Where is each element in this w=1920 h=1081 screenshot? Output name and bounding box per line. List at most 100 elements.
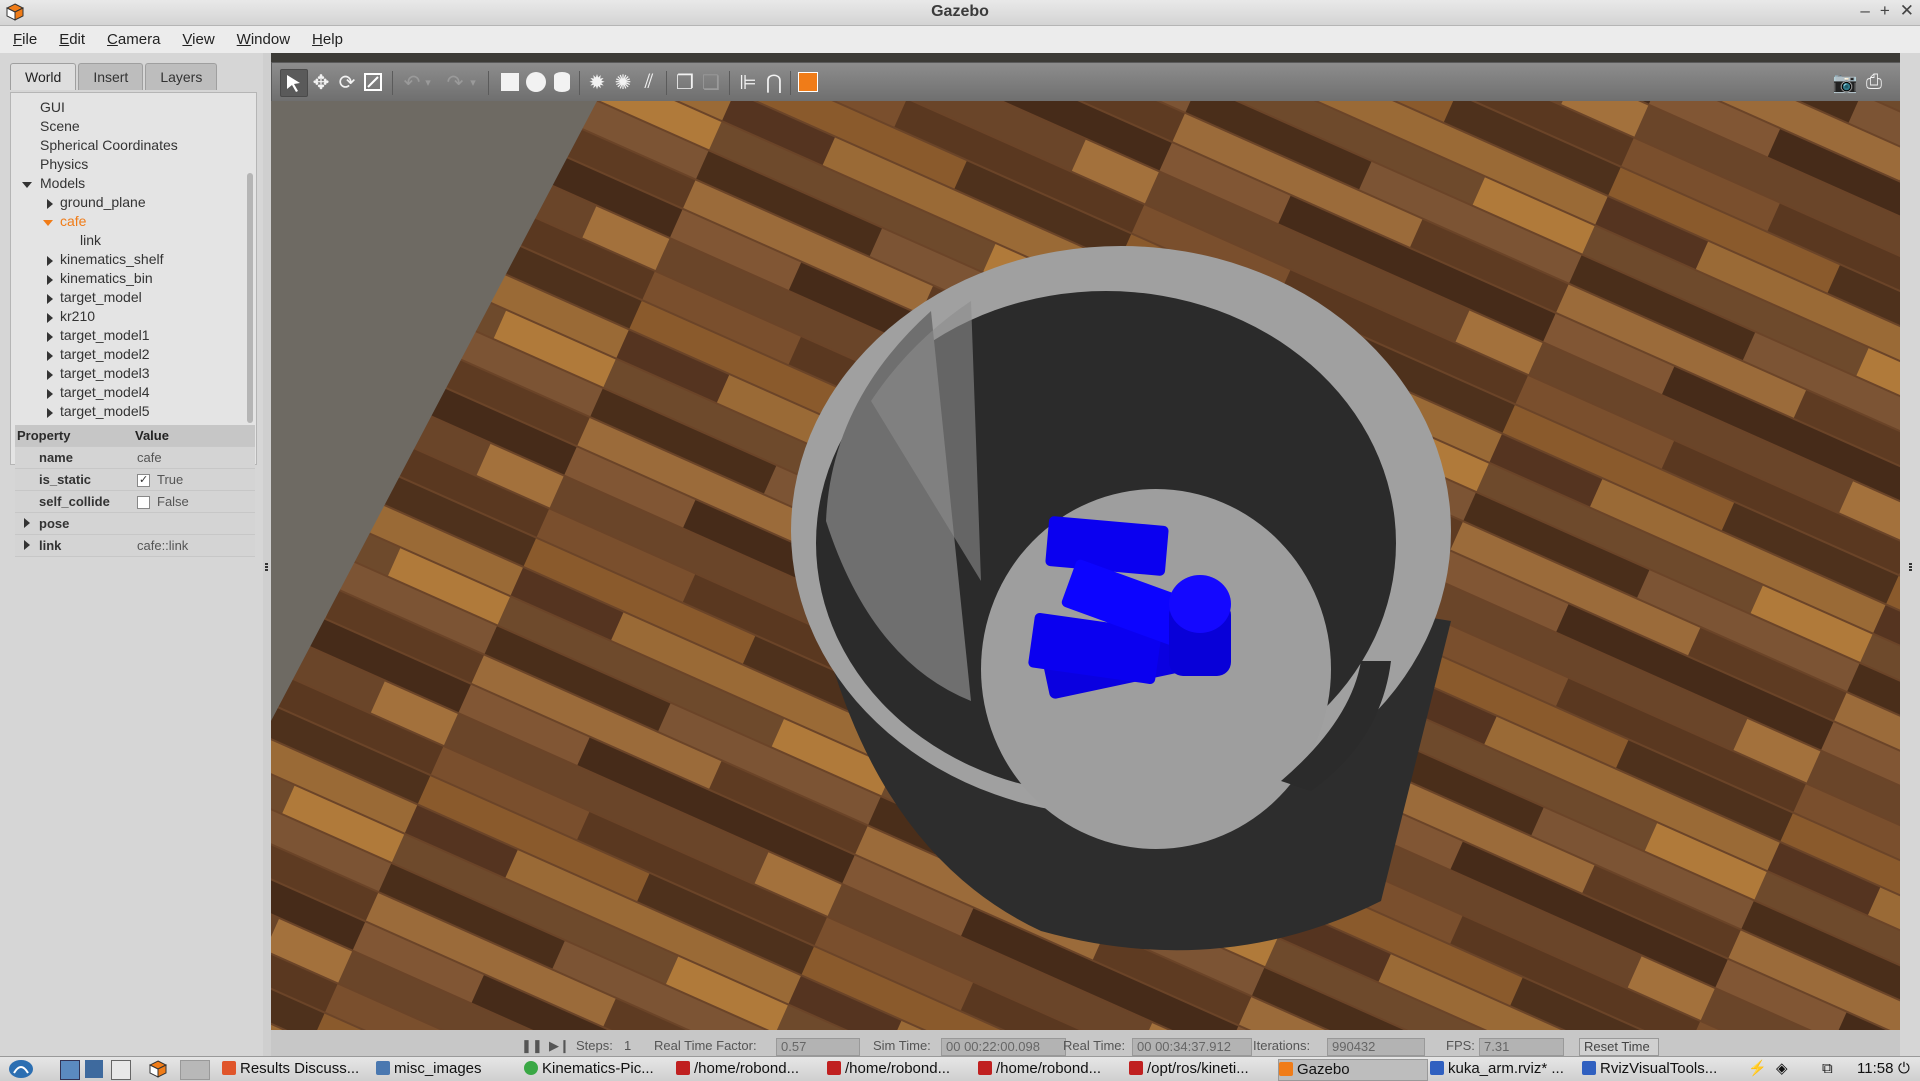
copy-icon[interactable]: ❐ [672,69,698,95]
pause-icon[interactable]: ❚❚ [521,1038,543,1054]
splitter-handle-icon[interactable] [1909,563,1912,572]
tree-item-kr210[interactable]: kr210 [60,307,95,326]
tree-item-target-model2[interactable]: target_model2 [60,345,150,364]
spot-light-icon[interactable]: ✺ [610,69,636,95]
box-shape-icon[interactable] [497,69,523,95]
network-icon[interactable]: ◈ [1776,1059,1788,1079]
tree-scrollbar[interactable] [247,173,253,423]
property-row-link[interactable]: link cafe::link [15,535,255,557]
start-menu-icon[interactable] [8,1059,34,1079]
property-row-name[interactable]: name cafe [15,447,255,469]
taskbar-item-terminal-3[interactable]: /home/robond... [978,1059,1118,1079]
sphere-shape-icon[interactable] [523,69,549,95]
collapsed-arrow-icon[interactable] [47,256,53,266]
screenshot-camera-icon[interactable]: 📷 [1832,69,1858,95]
directional-light-icon[interactable]: ⫽ [636,69,662,95]
tree-item-cafe[interactable]: cafe [60,212,86,231]
tree-item-models[interactable]: Models [40,174,85,193]
tree-item-kinematics-shelf[interactable]: kinematics_shelf [60,250,164,269]
property-value[interactable]: cafe [137,447,162,468]
expand-arrow-icon[interactable] [22,182,32,188]
record-log-icon[interactable]: ⎙ [1861,69,1887,95]
panel-splitter[interactable] [263,53,271,1056]
self-collide-checkbox[interactable] [137,496,150,509]
collapsed-arrow-icon[interactable] [47,351,53,361]
taskbar-item-terminal-4[interactable]: /opt/ros/kineti... [1129,1059,1271,1079]
taskbar-item-terminal-2[interactable]: /home/robond... [827,1059,967,1079]
gazebo-launcher-icon[interactable] [149,1060,167,1078]
maximize-button[interactable]: + [1880,1,1890,21]
menu-camera[interactable]: Camera [94,31,169,48]
scene-render[interactable] [271,101,1900,1030]
collapsed-arrow-icon[interactable] [47,370,53,380]
collapsed-arrow-icon[interactable] [47,313,53,323]
3d-viewport[interactable] [271,101,1900,1030]
taskbar-item-rviz-visual-tools[interactable]: RvizVisualTools... [1582,1059,1728,1079]
tree-item-target-model5[interactable]: target_model5 [60,402,150,421]
steps-value[interactable]: 1 [624,1038,631,1053]
taskbar-item-rviz[interactable]: kuka_arm.rviz* ... [1430,1059,1576,1079]
is-static-checkbox[interactable] [137,470,150,491]
file-manager-icon[interactable] [85,1060,103,1078]
property-row-pose[interactable]: pose [15,513,255,535]
undo-dropdown-icon[interactable]: ▾ [422,69,434,95]
close-button[interactable]: ✕ [1900,1,1914,21]
tree-item-link[interactable]: link [80,231,101,250]
taskbar-item-misc-images[interactable]: misc_images [376,1059,516,1079]
expand-arrow-icon[interactable] [24,540,30,550]
collapsed-arrow-icon[interactable] [47,332,53,342]
collapsed-arrow-icon[interactable] [47,408,53,418]
property-row-self-collide[interactable]: self_collide False [15,491,255,513]
collapsed-arrow-icon[interactable] [47,389,53,399]
tree-item-spherical-coordinates[interactable]: Spherical Coordinates [40,136,178,155]
tree-item-ground-plane[interactable]: ground_plane [60,193,146,212]
terminal-icon[interactable] [111,1060,131,1080]
tree-item-target-model[interactable]: target_model [60,288,142,307]
translate-mode-icon[interactable]: ✥ [308,69,334,95]
show-desktop-icon[interactable] [60,1060,80,1080]
select-mode-icon[interactable] [280,69,308,97]
tree-item-physics[interactable]: Physics [40,155,88,174]
collapsed-arrow-icon[interactable] [47,275,53,285]
tree-item-target-model3[interactable]: target_model3 [60,364,150,383]
menu-view[interactable]: View [169,31,223,48]
reset-time-button[interactable]: Reset Time [1579,1038,1659,1056]
expand-arrow-icon[interactable] [24,518,30,528]
taskbar-item-terminal-1[interactable]: /home/robond... [676,1059,816,1079]
redo-icon[interactable]: ↷ [442,69,468,95]
menu-edit[interactable]: Edit [46,31,94,48]
view-angle-icon[interactable] [795,69,821,95]
menu-help[interactable]: Help [299,31,352,48]
minimize-button[interactable]: – [1860,1,1869,21]
clock[interactable]: 11:58 [1857,1059,1893,1079]
collapsed-arrow-icon[interactable] [47,199,53,209]
align-icon[interactable]: ⊫ [735,69,761,95]
scale-mode-icon[interactable] [360,69,386,95]
taskbar-item-kinematics[interactable]: Kinematics-Pic... [524,1059,666,1079]
cylinder-shape-icon[interactable] [549,69,575,95]
paste-icon[interactable]: ❏ [698,69,724,95]
shutdown-icon[interactable]: ⏻ [1898,1059,1910,1079]
property-row-is-static[interactable]: is_static True [15,469,255,491]
point-light-icon[interactable]: ✹ [584,69,610,95]
redo-dropdown-icon[interactable]: ▾ [467,69,479,95]
tree-item-scene[interactable]: Scene [40,117,80,136]
menu-window[interactable]: Window [224,31,299,48]
power-bolt-icon[interactable]: ⚡ [1748,1059,1767,1079]
menu-file[interactable]: File [0,31,46,48]
step-icon[interactable]: ▶❙ [549,1038,570,1054]
window-list-icon[interactable]: ⧉ [1822,1059,1833,1079]
expand-arrow-icon[interactable] [43,220,53,226]
tree-item-kinematics-bin[interactable]: kinematics_bin [60,269,153,288]
right-splitter[interactable] [1900,53,1920,1056]
rotate-mode-icon[interactable]: ⟳ [334,69,360,95]
snap-magnet-icon[interactable]: ⋂ [761,69,787,95]
tab-layers[interactable]: Layers [145,63,218,90]
collapsed-arrow-icon[interactable] [47,294,53,304]
tab-insert[interactable]: Insert [78,63,144,90]
tree-item-gui[interactable]: GUI [40,98,65,117]
tab-world[interactable]: World [10,63,77,90]
splitter-handle-icon[interactable] [265,563,268,572]
taskbar-item-gazebo[interactable]: Gazebo [1278,1059,1428,1081]
tree-item-target-model1[interactable]: target_model1 [60,326,150,345]
